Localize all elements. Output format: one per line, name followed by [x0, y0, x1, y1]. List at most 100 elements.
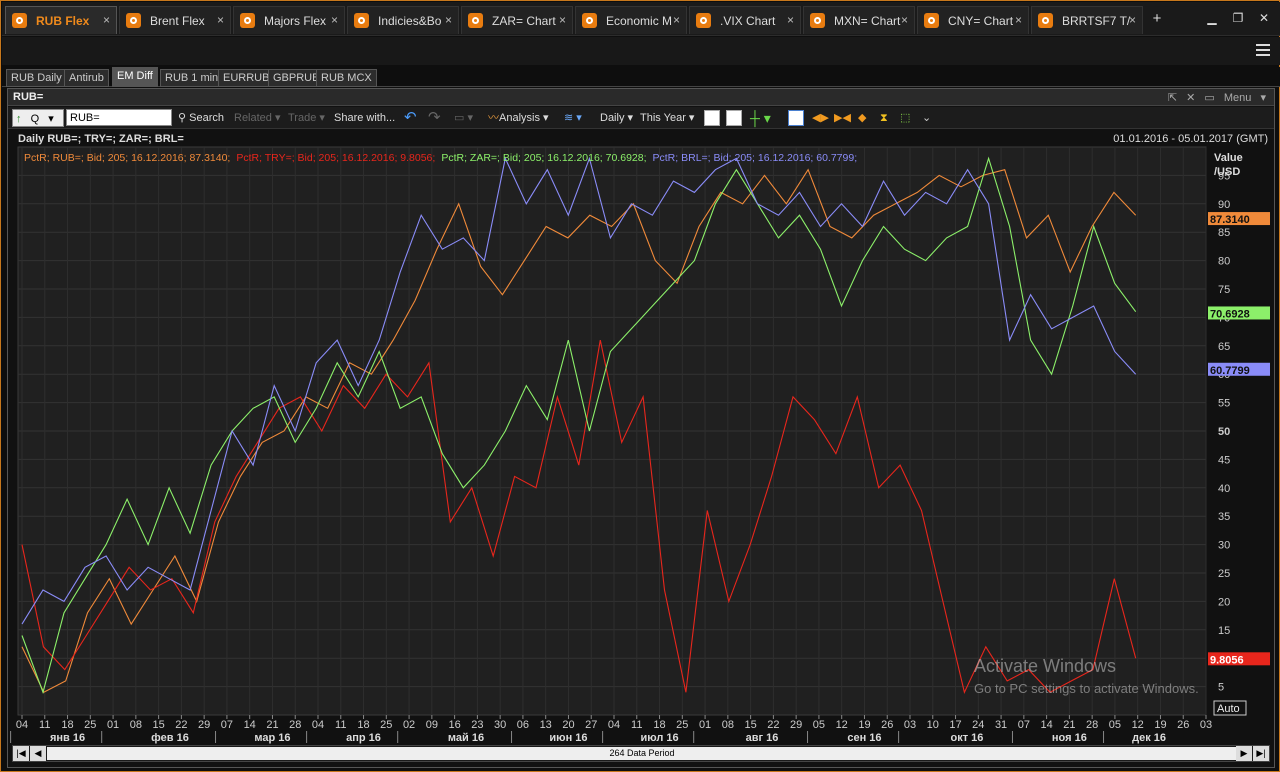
x-tick-label: 01	[107, 719, 119, 731]
eikon-app-icon	[1038, 13, 1053, 28]
x-tick-label: 11	[39, 719, 50, 731]
chart-svg[interactable]: 5101520253035404550556065707580859095041…	[8, 89, 1274, 744]
x-tick-label: 27	[585, 719, 597, 731]
y-axis-label: /USD	[1214, 166, 1240, 178]
sub-tab[interactable]: EM Diff	[112, 67, 158, 87]
y-tick-label: 5	[1218, 682, 1224, 694]
tab-close-icon[interactable]: ×	[331, 13, 338, 27]
x-tick-label: 25	[676, 719, 688, 731]
x-tick-label: 17	[949, 719, 961, 731]
tab-close-icon[interactable]: ×	[1015, 13, 1022, 27]
y-axis-label: Value	[1214, 152, 1243, 164]
scroll-left-icon[interactable]: ◀	[30, 746, 46, 761]
x-tick-label: 01	[699, 719, 711, 731]
x-tick-label: 22	[767, 719, 779, 731]
x-tick-label: 29	[198, 719, 210, 731]
tab-close-icon[interactable]: ×	[673, 13, 680, 27]
activate-windows-title: Activate Windows	[974, 656, 1117, 676]
sub-tab[interactable]: RUB 1 min	[160, 69, 224, 87]
y-tick-label: 40	[1218, 483, 1230, 495]
eikon-app-icon	[354, 13, 369, 28]
tab-close-icon[interactable]: ×	[787, 13, 794, 27]
x-tick-label: 28	[1086, 719, 1098, 731]
x-tick-label: 18	[653, 719, 665, 731]
scroll-first-icon[interactable]: |◀	[13, 746, 29, 761]
legend-entry: PctR; BRL=; Bid; 205; 16.12.2016; 60.779…	[653, 152, 858, 164]
tab-close-icon[interactable]: ×	[103, 13, 110, 27]
app-tab[interactable]: Majors Flex ×	[233, 6, 345, 34]
x-tick-label: 04	[16, 719, 28, 731]
y-tick-label: 25	[1218, 568, 1230, 580]
y-tick-label: 80	[1218, 256, 1230, 268]
restore-window-icon[interactable]: ❐	[1228, 11, 1248, 25]
x-tick-label: 08	[722, 719, 734, 731]
eikon-app-icon	[696, 13, 711, 28]
app-tab[interactable]: MXN= Chart ×	[803, 6, 915, 34]
scroll-last-icon[interactable]: ▶|	[1253, 746, 1269, 761]
horizontal-scrollbar[interactable]: |◀ ◀ 264 Data Period ▶ ▶|	[12, 745, 1270, 762]
tab-close-icon[interactable]: ×	[901, 13, 908, 27]
x-month-label: фев 16	[151, 732, 189, 744]
x-tick-label: 11	[631, 719, 642, 731]
app-tab[interactable]: Brent Flex ×	[119, 6, 231, 34]
x-tick-label: 25	[380, 719, 392, 731]
x-tick-label: 18	[357, 719, 369, 731]
eikon-app-icon	[924, 13, 939, 28]
y-tick-label: 75	[1218, 284, 1230, 296]
x-tick-label: 04	[312, 719, 324, 731]
app-tab[interactable]: .VIX Chart ×	[689, 6, 801, 34]
sub-tab[interactable]: RUB MCX	[316, 69, 377, 87]
legend-entry: PctR; RUB=; Bid; 205; 16.12.2016; 87.314…	[24, 152, 230, 164]
x-tick-label: 02	[403, 719, 415, 731]
x-tick-label: 30	[494, 719, 506, 731]
y-tick-label: 90	[1218, 199, 1230, 211]
y-tick-label: 20	[1218, 596, 1230, 608]
app-tab[interactable]: Indicies&Bo ×	[347, 6, 459, 34]
app-tab[interactable]: Economic M ×	[575, 6, 687, 34]
y-tick-label: 85	[1218, 227, 1230, 239]
sub-tab-bar: RUB Daily Antirub EM Diff RUB 1 min EURRUB GB…	[2, 67, 1280, 87]
chart-panel: RUB= ⇱ ✕ ▭ Menu ▾ ↑ Q ▾ ⚲ Search Related…	[7, 88, 1275, 768]
sub-tab[interactable]: EURRUB	[218, 69, 275, 87]
eikon-app-icon	[582, 13, 597, 28]
app-tab[interactable]: BRRTSF7 T/×	[1031, 6, 1143, 34]
tab-close-icon[interactable]: ×	[217, 13, 224, 27]
hamburger-menu-icon[interactable]	[1256, 44, 1270, 56]
eikon-app-icon	[810, 13, 825, 28]
x-tick-label: 25	[84, 719, 96, 731]
scroll-thumb[interactable]: 264 Data Period	[47, 747, 1237, 760]
x-month-label: мар 16	[254, 732, 290, 744]
x-month-label: сен 16	[847, 732, 881, 744]
eikon-app-icon	[126, 13, 141, 28]
add-tab-icon[interactable]: +	[1145, 10, 1169, 27]
minimize-window-icon[interactable]: ▁	[1202, 11, 1222, 25]
last-value-label: 60.7799	[1210, 365, 1250, 377]
x-tick-label: 14	[1040, 719, 1052, 731]
x-month-label: ноя 16	[1052, 732, 1087, 744]
activate-windows-subtitle: Go to PC settings to activate Windows.	[974, 681, 1199, 696]
app-window: RUB Flex × Brent Flex × Majors Flex × Indicies…	[0, 0, 1280, 772]
x-tick-label: 28	[289, 719, 301, 731]
app-tab[interactable]: CNY= Chart ×	[917, 6, 1029, 34]
sub-tab[interactable]: Antirub	[64, 69, 109, 87]
x-tick-label: 15	[152, 719, 164, 731]
app-toolbar	[2, 37, 1280, 65]
scroll-right-icon[interactable]: ▶	[1236, 746, 1252, 761]
x-tick-label: 21	[266, 719, 278, 731]
tab-close-icon[interactable]: ×	[445, 13, 452, 27]
sub-tab[interactable]: RUB Daily	[6, 69, 67, 87]
tab-close-icon[interactable]: ×	[1129, 13, 1136, 27]
tab-close-icon[interactable]: ×	[559, 13, 566, 27]
x-tick-label: 26	[881, 719, 893, 731]
x-tick-label: 07	[1018, 719, 1030, 731]
x-tick-label: 18	[61, 719, 73, 731]
app-tab[interactable]: RUB Flex ×	[5, 6, 117, 34]
x-tick-label: 04	[608, 719, 620, 731]
x-tick-label: 26	[1177, 719, 1189, 731]
x-month-label: окт 16	[950, 732, 983, 744]
y-tick-label: 35	[1218, 511, 1230, 523]
app-tab[interactable]: ZAR= Chart ×	[461, 6, 573, 34]
close-window-icon[interactable]: ✕	[1254, 11, 1274, 25]
eikon-app-icon	[12, 13, 27, 28]
x-month-label: июн 16	[549, 732, 587, 744]
